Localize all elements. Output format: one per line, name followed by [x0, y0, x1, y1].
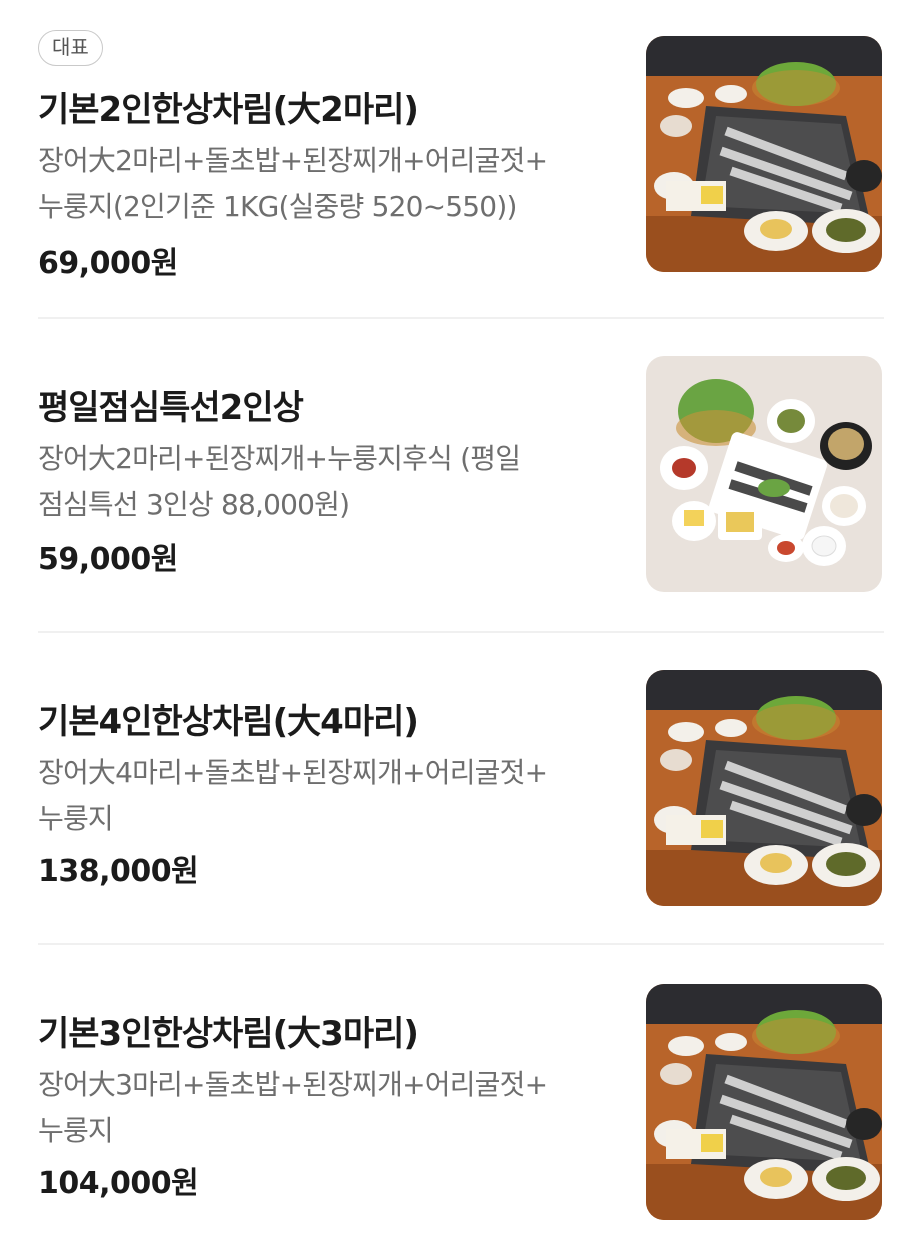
description-line: 누룽지(2인기준 1KG(실중량 520~550)): [38, 190, 517, 223]
signature-badge: 대표: [38, 30, 103, 66]
eel-grill-table-photo: [646, 670, 882, 906]
menu-item-price: 69,000원: [38, 246, 178, 281]
description-line: 누룽지: [38, 802, 114, 835]
menu-item-title: 평일점심특선2인상: [38, 388, 304, 428]
menu-item-price: 59,000원: [38, 542, 178, 577]
description-line: 점심특선 3인상 88,000원): [38, 488, 350, 521]
description-line: 장어大2마리+돌초밥+된장찌개+어리굴젓+: [38, 144, 548, 177]
description-line: 장어大2마리+된장찌개+누룽지후식 (평일: [38, 442, 521, 475]
menu-item-basic-3-person[interactable]: 기본3인한상차림(大3마리) 장어大3마리+돌초밥+된장찌개+어리굴젓+ 누룽지…: [0, 944, 900, 1247]
menu-item-description: 장어大2마리+돌초밥+된장찌개+어리굴젓+ 누룽지(2인기준 1KG(실중량 5…: [38, 138, 618, 230]
menu-item-photo[interactable]: [646, 356, 882, 592]
description-line: 장어大3마리+돌초밥+된장찌개+어리굴젓+: [38, 1068, 548, 1101]
menu-item-basic-2-person[interactable]: 대표 기본2인한상차림(大2마리) 장어大2마리+돌초밥+된장찌개+어리굴젓+ …: [0, 0, 900, 318]
eel-grill-table-photo: [646, 36, 882, 272]
menu-item-title: 기본3인한상차림(大3마리): [38, 1014, 419, 1054]
menu-item-photo[interactable]: [646, 984, 882, 1220]
menu-item-description: 장어大4마리+돌초밥+된장찌개+어리굴젓+ 누룽지: [38, 750, 618, 842]
menu-item-title: 기본4인한상차림(大4마리): [38, 702, 419, 742]
description-line: 장어大4마리+돌초밥+된장찌개+어리굴젓+: [38, 756, 548, 789]
menu-item-description: 장어大2마리+된장찌개+누룽지후식 (평일 점심특선 3인상 88,000원): [38, 436, 618, 528]
menu-item-photo[interactable]: [646, 670, 882, 906]
menu-item-price: 104,000원: [38, 1166, 199, 1201]
menu-item-weekday-lunch-2-person[interactable]: 평일점심특선2인상 장어大2마리+된장찌개+누룽지후식 (평일 점심특선 3인상…: [0, 318, 900, 632]
menu-item-description: 장어大3마리+돌초밥+된장찌개+어리굴젓+ 누룽지: [38, 1062, 618, 1154]
menu-item-basic-4-person[interactable]: 기본4인한상차림(大4마리) 장어大4마리+돌초밥+된장찌개+어리굴젓+ 누룽지…: [0, 632, 900, 944]
menu-item-photo[interactable]: [646, 36, 882, 272]
menu-item-title: 기본2인한상차림(大2마리): [38, 90, 419, 130]
eel-lunch-set-photo: [646, 356, 882, 592]
description-line: 누룽지: [38, 1114, 114, 1147]
menu-item-price: 138,000원: [38, 854, 199, 889]
eel-grill-table-photo: [646, 984, 882, 1220]
